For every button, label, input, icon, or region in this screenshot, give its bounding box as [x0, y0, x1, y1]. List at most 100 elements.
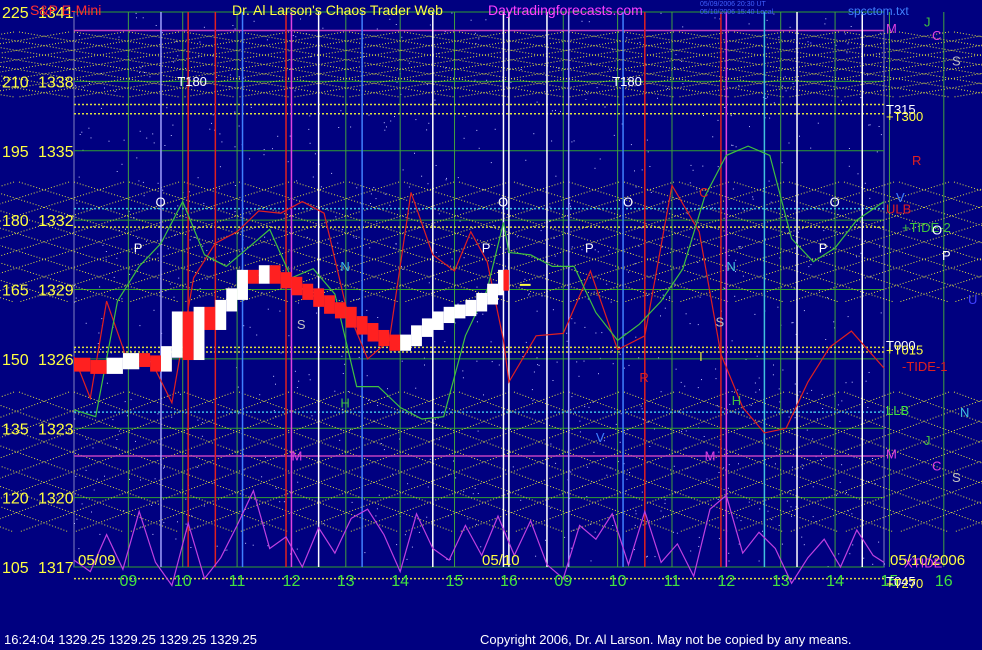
- background-dot: [82, 86, 84, 88]
- background-dot: [660, 315, 661, 317]
- background-dot: [102, 244, 104, 246]
- background-dot: [376, 220, 378, 222]
- y-axis-label-price: 1335: [38, 144, 74, 161]
- background-dot: [583, 360, 585, 362]
- background-dot: [752, 196, 754, 198]
- background-dot: [857, 173, 859, 175]
- website-link[interactable]: Daytradingforecasts.com: [488, 2, 643, 18]
- background-dot: [821, 460, 823, 462]
- background-dot: [229, 86, 231, 88]
- background-dot: [190, 547, 192, 548]
- background-dot: [773, 364, 774, 366]
- background-dot: [649, 166, 651, 167]
- background-dot: [476, 129, 478, 131]
- background-dot: [211, 122, 212, 124]
- gann-diagonal: [898, 275, 982, 303]
- background-dot: [767, 510, 769, 512]
- background-dot: [778, 525, 780, 526]
- price-bar: [324, 295, 335, 314]
- price-bar: [498, 269, 504, 296]
- background-dot: [153, 309, 155, 311]
- background-dot: [444, 341, 446, 343]
- background-dot: [446, 177, 447, 179]
- background-dot: [817, 122, 819, 124]
- background-dot: [879, 53, 880, 55]
- price-bar: [90, 360, 107, 374]
- background-dot: [243, 469, 245, 471]
- price-bar: [160, 346, 172, 372]
- right-level-label: U: [968, 292, 977, 307]
- background-dot: [685, 313, 687, 315]
- background-dot: [139, 72, 140, 74]
- background-dot: [453, 460, 454, 462]
- background-dot: [152, 133, 154, 135]
- background-dot: [341, 355, 343, 357]
- y-axis-label-price: 1326: [38, 352, 74, 369]
- background-dot: [418, 531, 420, 533]
- background-dot: [429, 458, 431, 460]
- background-dot: [610, 301, 612, 303]
- background-dot: [406, 558, 408, 560]
- price-bar: [139, 353, 151, 367]
- inner-cycle-label: S: [715, 315, 724, 330]
- background-dot: [779, 257, 781, 259]
- background-dot: [308, 374, 310, 376]
- background-dot: [309, 56, 311, 58]
- inner-cycle-label: S: [297, 317, 306, 332]
- background-dot: [748, 501, 750, 503]
- background-dot: [121, 298, 123, 300]
- background-dot: [139, 325, 141, 327]
- background-dot: [867, 74, 868, 76]
- background-dot: [334, 390, 336, 392]
- background-dot: [536, 357, 538, 359]
- background-dot: [429, 24, 431, 26]
- background-dot: [541, 462, 543, 464]
- background-dot: [163, 522, 165, 524]
- right-level-label: +TIDE-2: [902, 220, 951, 235]
- background-dot: [389, 18, 391, 20]
- background-dot: [283, 501, 285, 503]
- background-dot: [579, 420, 581, 422]
- background-dot: [375, 515, 377, 517]
- background-dot: [734, 295, 736, 297]
- x-axis-hour-label: 09: [119, 573, 137, 590]
- background-dot: [869, 124, 871, 126]
- price-bar: [291, 276, 303, 296]
- background-dot: [736, 517, 738, 519]
- background-dot: [198, 55, 200, 57]
- timestamp-local: 05/10/2006 15:40 Local: [700, 9, 774, 16]
- background-dot: [378, 494, 380, 496]
- background-dot: [124, 401, 126, 403]
- background-dot: [364, 552, 366, 554]
- background-dot: [673, 465, 675, 467]
- y-axis-label-price: 1332: [38, 213, 74, 230]
- background-dot: [717, 166, 719, 168]
- inner-cycle-label: O: [156, 194, 166, 209]
- background-dot: [142, 17, 144, 19]
- background-dot: [108, 140, 110, 142]
- background-dot: [280, 352, 282, 354]
- background-dot: [803, 544, 805, 546]
- background-dot: [373, 187, 375, 188]
- background-dot: [201, 422, 203, 424]
- background-dot: [769, 117, 771, 119]
- background-dot: [309, 142, 311, 144]
- background-dot: [574, 322, 576, 324]
- price-bar: [345, 306, 357, 328]
- inner-cycle-label: P: [134, 241, 143, 256]
- background-dot: [884, 563, 885, 565]
- background-dot: [784, 76, 786, 78]
- background-dot: [731, 144, 733, 146]
- background-dot: [864, 182, 866, 184]
- background-dot: [118, 36, 120, 38]
- background-dot: [555, 109, 556, 111]
- background-dot: [438, 439, 440, 441]
- background-dot: [308, 128, 310, 130]
- background-dot: [623, 367, 625, 369]
- background-dot: [756, 355, 758, 357]
- price-bar: [215, 299, 227, 330]
- background-dot: [114, 91, 116, 92]
- background-dot: [770, 201, 772, 203]
- background-dot: [717, 405, 719, 407]
- background-dot: [729, 403, 731, 405]
